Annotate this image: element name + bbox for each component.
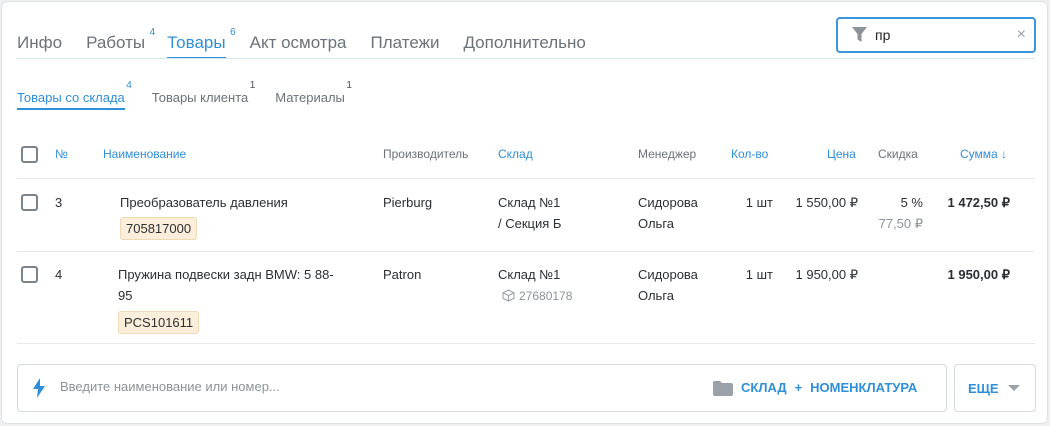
tab-additional[interactable]: Дополнительно (463, 33, 585, 59)
tab-label: Акт осмотра (249, 33, 347, 52)
header-sum[interactable]: Сумма ↓ (960, 147, 1007, 161)
lightning-icon (33, 378, 45, 398)
select-all-checkbox[interactable] (21, 146, 38, 163)
row-number: 3 (55, 195, 63, 210)
header-warehouse[interactable]: Склад (498, 147, 533, 161)
sub-tabs: Товары со склада 4 Товары клиента 1 Матери… (17, 80, 372, 110)
stock-code: 27680178 (519, 289, 573, 303)
tab-payments[interactable]: Платежи (371, 33, 440, 59)
tabs-divider (17, 58, 1035, 59)
row-checkbox[interactable] (21, 266, 38, 283)
search-box: × (836, 17, 1036, 53)
maker-value: Patron (383, 267, 422, 282)
subtab-count: 1 (249, 80, 256, 91)
subtab-count: 4 (126, 80, 132, 91)
subtab-count: 1 (346, 80, 352, 91)
more-button-label: ЕЩЕ (968, 380, 999, 396)
row-number: 4 (55, 267, 63, 282)
discount-amount: 77,50 ₽ (878, 216, 923, 231)
add-item-input[interactable] (60, 379, 580, 394)
qty-value: 1 шт (745, 195, 773, 210)
main-tabs: Инфо Работы 4 Товары 6 Акт осмотра Платежи… (17, 26, 610, 59)
row-divider (17, 251, 1035, 252)
tab-label: Товары (167, 33, 226, 52)
header-name[interactable]: Наименование (103, 147, 186, 161)
plus-separator: + (794, 380, 803, 395)
product-name-line2[interactable]: 95 (118, 285, 132, 306)
tab-count: 6 (230, 27, 236, 38)
tab-label: Дополнительно (463, 33, 586, 52)
sum-value: 1 472,50 ₽ (947, 195, 1011, 210)
tab-info[interactable]: Инфо (17, 33, 62, 59)
warehouse-stock: 27680178 (502, 286, 572, 307)
product-name[interactable]: Пружина подвески задн BMW: 5 88- (118, 264, 334, 285)
chevron-down-icon (1007, 385, 1020, 391)
add-links: СКЛАД + НОМЕНКЛАТУРА (741, 380, 917, 395)
price-value: 1 550,00 ₽ (795, 195, 859, 210)
row-checkbox[interactable] (21, 194, 38, 211)
product-name[interactable]: Преобразователь давления (120, 192, 288, 213)
manager-value-line2: Ольга (638, 216, 675, 231)
sum-value: 1 950,00 ₽ (947, 267, 1011, 282)
header-number[interactable]: № (55, 147, 68, 161)
price-value: 1 950,00 ₽ (795, 267, 859, 282)
product-code-badge: PCS101611 (118, 311, 200, 334)
row-divider (17, 343, 1035, 344)
header-qty[interactable]: Кол-во (731, 147, 768, 161)
subtab-client-goods[interactable]: Товары клиента 1 (151, 80, 255, 110)
discount-value: 5 % (900, 195, 923, 210)
subtab-label: Товары со склада (17, 90, 125, 105)
filter-icon (852, 27, 867, 42)
product-code-badge: 705817000 (120, 217, 198, 240)
add-item-bar: СКЛАД + НОМЕНКЛАТУРА (17, 364, 947, 412)
tab-count: 4 (149, 27, 156, 38)
tab-label: Инфо (17, 33, 63, 52)
qty-value: 1 шт (745, 267, 773, 282)
header-price[interactable]: Цена (827, 147, 856, 161)
catalog-link[interactable]: НОМЕНКЛАТУРА (810, 380, 917, 395)
goods-panel: Инфо Работы 4 Товары 6 Акт осмотра Платежи… (1, 1, 1048, 424)
warehouse-value: Склад №1 (498, 195, 561, 210)
subtab-label: Материалы (275, 90, 345, 105)
manager-value: Сидорова (638, 267, 698, 282)
tab-label: Платежи (370, 33, 440, 52)
search-input[interactable] (875, 27, 1017, 43)
header-manager: Менеджер (638, 147, 697, 161)
box-icon (502, 289, 515, 302)
tab-goods[interactable]: Товары 6 (167, 27, 236, 59)
row-divider (17, 178, 1035, 179)
warehouse-section: / Секция Б (498, 216, 562, 231)
header-discount: Скидка (878, 147, 918, 161)
tab-label: Работы (86, 33, 146, 52)
header-maker: Производитель (383, 147, 469, 161)
more-button[interactable]: ЕЩЕ (954, 364, 1036, 412)
subtab-materials[interactable]: Материалы 1 (275, 80, 352, 110)
manager-value: Сидорова (638, 195, 698, 210)
warehouse-value: Склад №1 (498, 267, 561, 282)
manager-value-line2: Ольга (638, 288, 675, 303)
tab-inspection[interactable]: Акт осмотра (250, 33, 347, 59)
subtab-warehouse-goods[interactable]: Товары со склада 4 (17, 80, 132, 110)
folder-icon (713, 381, 733, 396)
clear-search-icon[interactable]: × (1017, 26, 1026, 44)
maker-value: Pierburg (383, 195, 433, 210)
subtab-label: Товары клиента (151, 90, 249, 105)
tab-works[interactable]: Работы 4 (86, 27, 155, 59)
warehouse-link[interactable]: СКЛАД (741, 380, 787, 395)
